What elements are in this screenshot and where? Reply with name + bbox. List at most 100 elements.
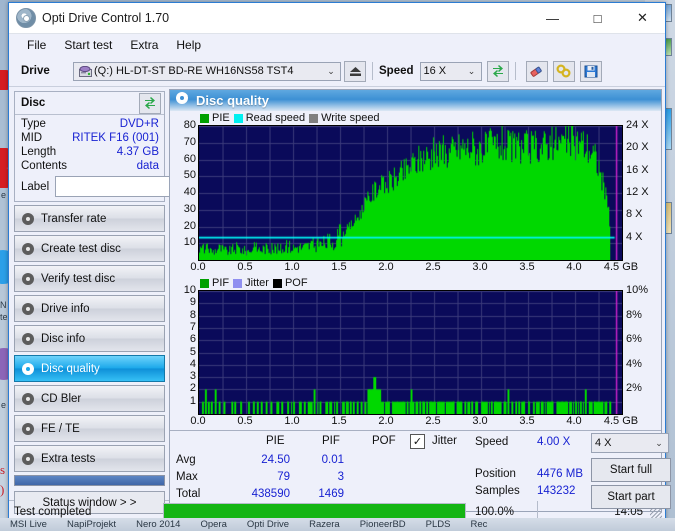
taskbar-item-2[interactable]: Nero 2014 (126, 518, 190, 531)
sidebar-item-verify-test-disc[interactable]: Verify test disc (14, 265, 165, 292)
taskbar-item-1[interactable]: NapiProjekt (57, 518, 126, 531)
taskbar-item-7[interactable]: PLDS (416, 518, 461, 531)
close-button[interactable]: ✕ (620, 3, 665, 33)
taskbar-item-4[interactable]: Opti Drive (237, 518, 299, 531)
legend-swatch-pof (273, 279, 282, 288)
taskbar-item-5[interactable]: Razera (299, 518, 350, 531)
stats-pif-avg: 0.01 (300, 454, 344, 466)
speed-select[interactable]: 16 X ⌄ (420, 62, 482, 81)
title-bar[interactable]: Opti Drive Control 1.70 — □ ✕ (9, 3, 665, 34)
disc-quality-icon (175, 91, 189, 110)
disc-label-key: Label (21, 181, 49, 193)
disc-panel: Disc Type DVD+R MID RITEK F16 (001) (14, 91, 165, 202)
x-tick-label: 1.5 (331, 415, 346, 427)
pie-chart-plot[interactable] (198, 125, 623, 261)
y-tick-label: 40 (184, 186, 196, 198)
test-speed-select[interactable]: 4 X ⌄ (591, 433, 669, 453)
disc-row-type-value: DVD+R (120, 118, 159, 130)
sidebar-item-create-test-disc[interactable]: Create test disc (14, 235, 165, 262)
stats-pie-max: 79 (240, 471, 290, 483)
taskbar-item-6[interactable]: PioneerBD (350, 518, 416, 531)
drive-label: Drive (15, 65, 73, 77)
disc-icon (15, 212, 41, 226)
speed-label: Speed (379, 65, 414, 77)
jitter-checkbox[interactable]: ✓ (410, 434, 425, 449)
x-tick-label: 1.0 (284, 415, 299, 427)
chevron-down-icon: ⌄ (325, 66, 337, 77)
disc-quality-title: Disc quality (196, 93, 269, 108)
sidebar-item-label: Extra tests (41, 453, 95, 465)
pif-chart-plot[interactable] (198, 290, 623, 415)
menu-item-help[interactable]: Help (167, 36, 210, 54)
content-area: Disc quality PIE Read speed Write speed (169, 87, 665, 500)
disc-refresh-button[interactable] (139, 93, 161, 114)
erase-button[interactable] (526, 61, 548, 82)
y2-tick-label: 16 X (626, 164, 649, 176)
sidebar-item-label: FE / TE (41, 423, 80, 435)
minimize-button[interactable]: — (530, 3, 575, 33)
sidebar: Disc Type DVD+R MID RITEK F16 (001) (9, 87, 169, 500)
x-tick-label: 4.0 (566, 415, 581, 427)
sidebar-item-transfer-rate[interactable]: Transfer rate (14, 205, 165, 232)
y-tick-label: 5 (190, 346, 196, 358)
disc-row-mid: MID RITEK F16 (001) (15, 131, 164, 145)
x-tick-label: 0.0 (190, 261, 205, 273)
stats-header-pof: POF (372, 435, 396, 447)
legend-swatch-pif (200, 279, 209, 288)
legend-label-write-speed: Write speed (321, 112, 380, 124)
taskbar-item-8[interactable]: Rec (461, 518, 498, 531)
test-speed-value: 4 X (595, 437, 653, 449)
taskbar-item-3[interactable]: Opera (190, 518, 236, 531)
y2-tick-label: 6% (626, 333, 642, 345)
y-tick-label: 10 (184, 284, 196, 296)
stats-pif-max: 3 (300, 471, 344, 483)
sidebar-item-drive-info[interactable]: Drive info (14, 295, 165, 322)
pif-chart-wrap: 12345678910 2%4%6%8%10% (170, 290, 661, 415)
save-button[interactable] (580, 61, 602, 82)
stats-row-total-label: Total (176, 488, 200, 500)
menu-item-start-test[interactable]: Start test (55, 36, 121, 54)
refresh-button[interactable] (487, 61, 509, 82)
drive-select[interactable]: (Q:) HL-DT-ST BD-RE WH16NS58 TST4 ⌄ (73, 62, 341, 81)
legend-swatch-read-speed (234, 114, 243, 123)
disc-icon (15, 332, 41, 346)
sidebar-item-cd-bler[interactable]: CD Bler (14, 385, 165, 412)
x-tick-label: 1.5 (331, 261, 346, 273)
sidebar-item-fe-te[interactable]: FE / TE (14, 415, 165, 442)
start-full-button[interactable]: Start full (591, 458, 671, 482)
pif-chart-legend: PIF Jitter POF (170, 276, 661, 290)
stats-row-avg-label: Avg (176, 454, 196, 466)
y2-tick-label: 20 X (626, 141, 649, 153)
sidebar-item-extra-tests[interactable]: Extra tests (14, 445, 165, 472)
y2-tick-label: 24 X (626, 119, 649, 131)
legend-jitter: Jitter (233, 277, 269, 289)
sidebar-item-disc-info[interactable]: Disc info (14, 325, 165, 352)
menu-item-file[interactable]: File (18, 36, 55, 54)
disc-icon (15, 242, 41, 256)
navigation-list: Transfer rate Create test disc Verify te… (14, 205, 165, 514)
y-tick-label: 3 (190, 370, 196, 382)
eject-button[interactable] (344, 61, 366, 82)
stats-header-pie: PIE (266, 435, 285, 447)
menu-bar: File Start test Extra Help (9, 34, 665, 56)
sidebar-item-label: Disc info (41, 333, 85, 345)
start-part-button[interactable]: Start part (591, 485, 671, 509)
y-tick-label: 4 (190, 358, 196, 370)
pie-chart-x-axis: 0.00.51.01.52.02.53.03.54.04.5 GB (196, 261, 661, 276)
disc-icon (15, 272, 41, 286)
statistics-panel: PIE PIF POF ✓ Jitter Avg Max Total 24.50… (170, 430, 661, 511)
sidebar-item-label: Transfer rate (41, 213, 106, 225)
disc-icon (15, 422, 41, 436)
y2-tick-label: 4 X (626, 231, 643, 243)
x-tick-label: 0.5 (237, 261, 252, 273)
stats-row-max-label: Max (176, 471, 198, 483)
x-tick-label: 4.5 GB (604, 415, 638, 427)
stats-position-value: 4476 MB (537, 468, 583, 480)
x-tick-label: 0.5 (237, 415, 252, 427)
maximize-button[interactable]: □ (575, 3, 620, 33)
window-title: Opti Drive Control 1.70 (42, 11, 169, 25)
sidebar-item-disc-quality[interactable]: Disc quality (14, 355, 165, 382)
taskbar-item-0[interactable]: MSI Live (0, 518, 57, 531)
menu-item-extra[interactable]: Extra (121, 36, 167, 54)
bitsetting-button[interactable] (553, 61, 575, 82)
